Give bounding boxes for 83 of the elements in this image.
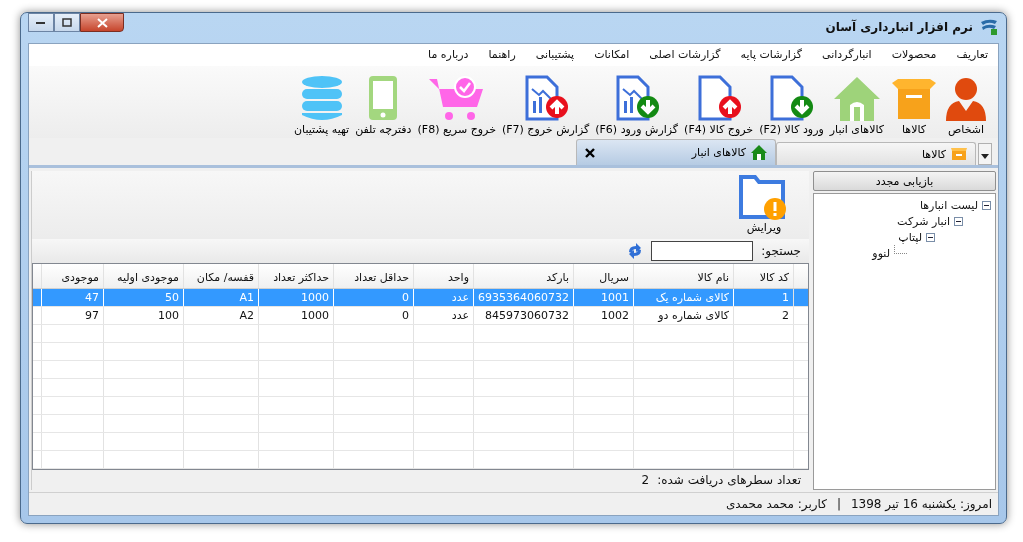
search-field[interactable] — [651, 241, 754, 261]
column-header[interactable]: سریال — [573, 264, 633, 288]
column-header[interactable]: حداقل تعداد — [333, 264, 413, 288]
column-header[interactable]: موجودی اولیه — [103, 264, 183, 288]
menu-item[interactable]: امکانات — [594, 48, 630, 62]
database-icon — [299, 75, 344, 121]
table-cell: 1000 — [301, 309, 329, 322]
toolbar-button[interactable]: گزارش ورود (F6) — [593, 75, 681, 136]
table-cell: 845973060732 — [485, 309, 569, 322]
row-count: 2 — [641, 473, 650, 487]
maximize-button[interactable] — [54, 13, 80, 32]
app-logo-icon — [979, 18, 999, 36]
collapse-icon[interactable] — [982, 200, 991, 210]
tab-list-button[interactable] — [978, 143, 992, 165]
table-cell: 1002 — [601, 309, 629, 322]
toolbar-button[interactable]: خروج کالا (F4) — [682, 75, 756, 136]
column-header[interactable]: بارکد — [473, 264, 573, 288]
table-cell: 1001 — [601, 291, 629, 304]
search-label: جستجو: — [761, 244, 801, 258]
table-cell: 2 — [782, 309, 789, 322]
table-cell: A2 — [239, 309, 254, 322]
row-count-label: تعداد سطرهای دریافت شده: — [657, 473, 801, 487]
menu-item[interactable]: پشتیبانی — [535, 48, 575, 62]
maximize-icon — [62, 18, 72, 27]
menu-item[interactable]: گزارشات پایه — [740, 48, 803, 62]
menu-item[interactable]: گزارشات اصلی — [649, 48, 721, 62]
toolbar-button[interactable]: گزارش خروج (F7) — [499, 75, 592, 136]
toolbar-button[interactable]: خروج سریع (F8) — [415, 75, 498, 136]
refresh-icon[interactable] — [627, 243, 644, 259]
table-cell: 100 — [158, 309, 179, 322]
menu-item[interactable]: تعاریف — [956, 48, 988, 62]
table-cell: کالای شماره دو — [658, 309, 729, 322]
table-cell: 6935364060732 — [478, 291, 569, 304]
refresh-button[interactable]: بازیابی مجدد — [813, 171, 996, 191]
table-cell: کالای شماره یک — [655, 291, 729, 304]
menu-item[interactable]: درباره ما — [428, 48, 469, 62]
table-cell: عدد — [451, 309, 469, 322]
person-icon — [944, 75, 988, 121]
table-cell: 0 — [402, 291, 409, 304]
menu-item[interactable]: راهنما — [488, 48, 516, 62]
table-cell: عدد — [451, 291, 469, 304]
document-icon — [768, 75, 815, 121]
table-cell: 97 — [85, 309, 99, 322]
close-button[interactable] — [80, 13, 124, 32]
status-date: امروز: یکشنبه 16 تیر 1398 — [850, 497, 992, 511]
table-cell: 1 — [782, 291, 789, 304]
toolbar-button[interactable]: دفترچه تلفن — [353, 75, 414, 136]
column-header[interactable]: کد کالا — [733, 264, 793, 288]
tree-item[interactable]: انبار شرکت — [897, 214, 950, 228]
collapse-icon[interactable] — [954, 216, 963, 226]
column-header[interactable]: نام کالا — [633, 264, 733, 288]
phone-icon — [368, 75, 399, 121]
column-header[interactable]: قفسه/ مکان — [183, 264, 258, 288]
column-header[interactable]: واحد — [413, 264, 473, 288]
tab[interactable]: کالاهای انبار — [576, 139, 776, 165]
close-icon — [96, 17, 108, 28]
house-icon — [751, 145, 767, 160]
column-header[interactable]: حداکثر تعداد — [258, 264, 333, 288]
minimize-button[interactable] — [28, 13, 54, 32]
table-cell: 0 — [402, 309, 409, 322]
tab[interactable]: کالاها — [776, 142, 976, 165]
tree-item[interactable]: لپتاپ — [898, 230, 922, 244]
table-cell: 1000 — [301, 291, 329, 304]
window-title: نرم افزار انبارداری آسان — [825, 20, 973, 34]
table-cell: 50 — [165, 291, 179, 304]
menu-item[interactable]: محصولات — [891, 48, 937, 62]
toolbar-button[interactable]: تهیه پشتیبان — [292, 75, 352, 136]
toolbar-button[interactable]: کالاها — [888, 75, 940, 136]
caret-icon — [981, 153, 989, 159]
tree-item[interactable]: لیست انبارها — [919, 198, 978, 212]
status-user: کاربر: محمد محمدی — [725, 497, 827, 511]
status-separator: | — [836, 497, 841, 511]
toolbar-button[interactable]: کالاهای انبار — [827, 75, 886, 136]
toolbar-button[interactable]: ورود کالا (F2) — [757, 75, 826, 136]
menu-item[interactable]: انبارگردانی — [822, 48, 872, 62]
toolbar-button[interactable]: اشخاص — [942, 75, 990, 136]
tree-item[interactable]: لنوو — [872, 246, 890, 260]
column-header[interactable]: موجودی — [41, 264, 103, 288]
close-icon[interactable] — [585, 147, 595, 158]
collapse-icon[interactable] — [926, 232, 935, 242]
table-cell: A1 — [239, 291, 254, 304]
table-cell: 47 — [85, 291, 99, 304]
box-icon — [951, 147, 967, 161]
